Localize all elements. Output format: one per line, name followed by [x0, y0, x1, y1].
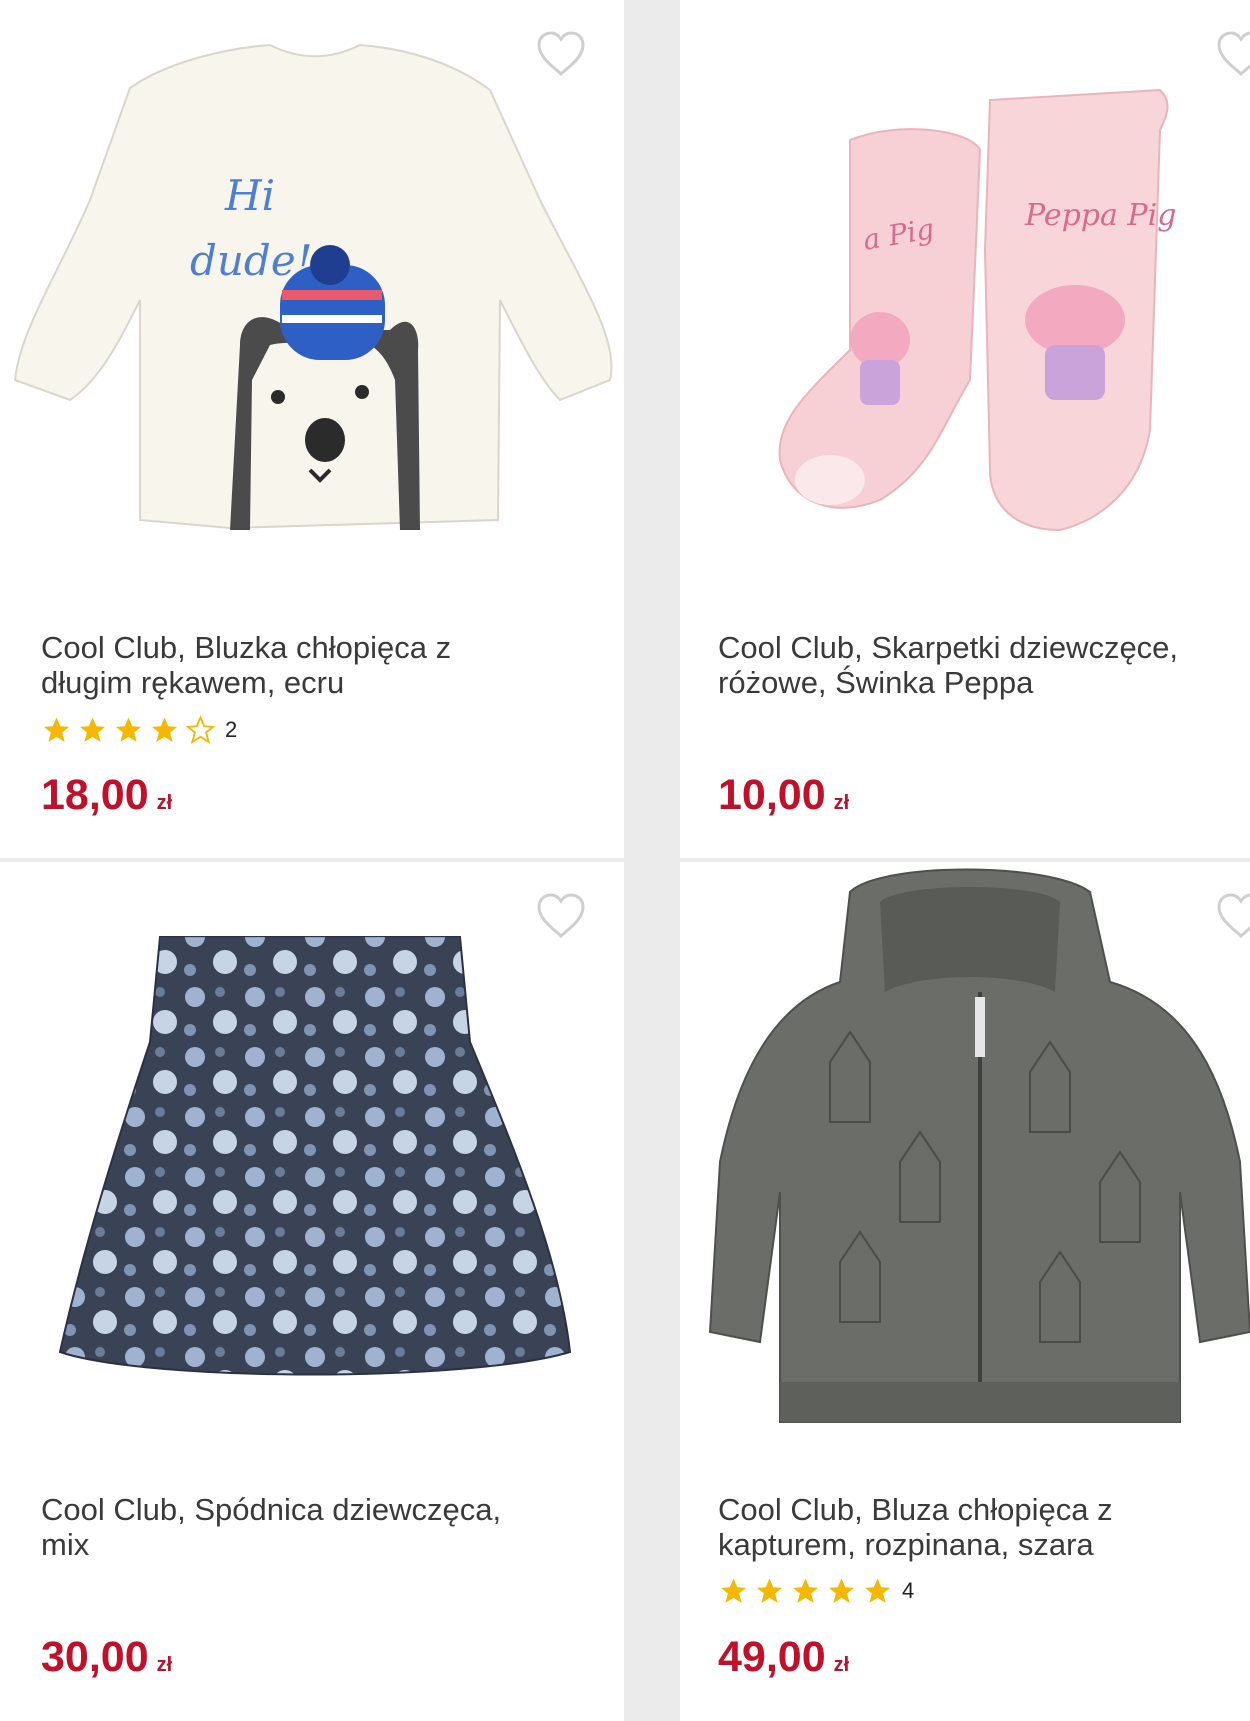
- star-filled-icon: [829, 1578, 854, 1603]
- star-empty-icon: [185, 715, 216, 744]
- rating-count: 2: [225, 717, 238, 742]
- product-card[interactable]: Cool Club, Bluza chłopięca z kapturem, r…: [680, 862, 1250, 1721]
- price-value: 18,00: [41, 771, 149, 819]
- star-filled-icon: [116, 717, 141, 742]
- product-price: 18,00 zł: [41, 770, 172, 828]
- product-grid: Hi dude! Cool Club, Bluzka chłopięca z d…: [0, 0, 1250, 1721]
- star-filled-icon: [80, 717, 105, 742]
- skirt-image: [58, 936, 572, 1376]
- price-value: 10,00: [718, 771, 826, 819]
- wishlist-heart-icon[interactable]: [535, 30, 587, 78]
- product-rating: 2: [41, 713, 237, 747]
- price-currency: zł: [833, 792, 850, 814]
- star-filled-icon: [152, 717, 177, 742]
- product-price: 30,00 zł: [41, 1632, 172, 1690]
- price-value: 49,00: [718, 1633, 826, 1681]
- shirt-image: Hi dude!: [13, 43, 613, 530]
- product-title[interactable]: Cool Club, Spódnica dziewczęca, mix: [41, 1492, 551, 1562]
- svg-text:Hi: Hi: [224, 171, 275, 220]
- product-rating: 4: [718, 1574, 914, 1608]
- price-currency: zł: [156, 792, 173, 814]
- wishlist-heart-icon[interactable]: [1215, 892, 1250, 940]
- product-card[interactable]: Peppa Pig a Pig Cool Club, Skarpetki dzi…: [680, 0, 1250, 858]
- product-price: 49,00 zł: [718, 1632, 849, 1690]
- product-title[interactable]: Cool Club, Bluza chłopięca z kapturem, r…: [718, 1492, 1238, 1562]
- price-value: 30,00: [41, 1633, 149, 1681]
- star-filled-icon: [721, 1578, 746, 1603]
- price-currency: zł: [833, 1654, 850, 1676]
- socks-image: Peppa Pig a Pig: [778, 88, 1176, 532]
- wishlist-heart-icon[interactable]: [1215, 30, 1250, 78]
- product-price: 10,00 zł: [718, 770, 849, 828]
- product-image-shirt[interactable]: Hi dude!: [0, 0, 624, 590]
- product-title[interactable]: Cool Club, Skarpetki dziewczęce, różowe,…: [718, 630, 1238, 700]
- product-card[interactable]: Hi dude! Cool Club, Bluzka chłopięca z d…: [0, 0, 624, 858]
- svg-text:Peppa Pig: Peppa Pig: [1024, 198, 1176, 233]
- wishlist-heart-icon[interactable]: [535, 892, 587, 940]
- star-filled-icon: [757, 1578, 782, 1603]
- rating-count: 4: [902, 1578, 915, 1603]
- product-image-hoodie[interactable]: [680, 862, 1250, 1452]
- hoodie-image: [708, 868, 1250, 1423]
- star-filled-icon: [44, 717, 69, 742]
- product-image-skirt[interactable]: [0, 862, 624, 1452]
- price-currency: zł: [156, 1654, 173, 1676]
- star-filled-icon: [865, 1578, 890, 1603]
- product-image-socks[interactable]: Peppa Pig a Pig: [680, 0, 1250, 590]
- star-filled-icon: [793, 1578, 818, 1603]
- product-card[interactable]: Cool Club, Spódnica dziewczęca, mix 30,0…: [0, 862, 624, 1721]
- product-title[interactable]: Cool Club, Bluzka chłopięca z długim ręk…: [41, 630, 551, 700]
